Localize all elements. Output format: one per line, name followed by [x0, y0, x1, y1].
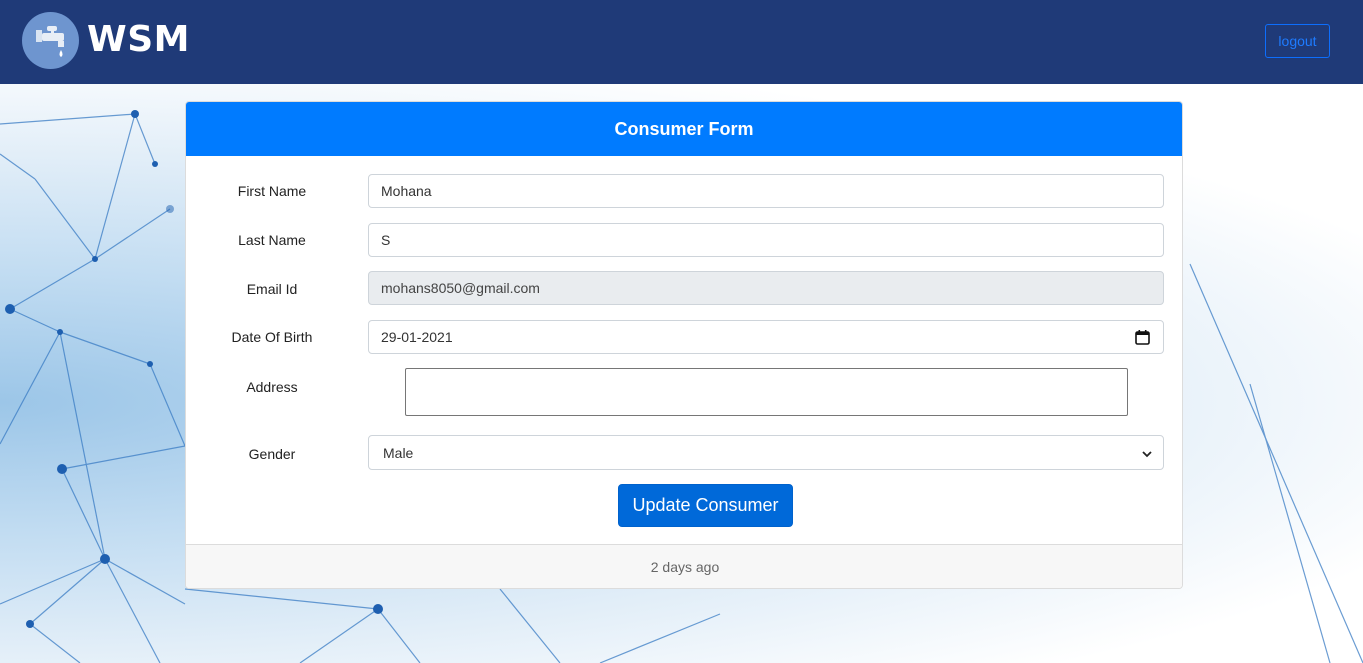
form-title: Consumer Form: [186, 102, 1182, 156]
calendar-icon[interactable]: [1135, 330, 1150, 348]
last-name-label: Last Name: [238, 232, 306, 248]
last-name-input[interactable]: S: [368, 223, 1164, 257]
chevron-down-icon: [1141, 447, 1153, 463]
water-tap-icon[interactable]: [22, 12, 79, 69]
address-label: Address: [246, 379, 298, 395]
gender-selected-value: Male: [383, 444, 414, 461]
first-name-label: First Name: [237, 183, 307, 199]
email-input: mohans8050@gmail.com: [368, 271, 1164, 305]
gender-select[interactable]: Male: [368, 435, 1164, 470]
logout-button[interactable]: logout: [1265, 24, 1330, 58]
navbar: WSM logout: [0, 0, 1363, 84]
first-name-input[interactable]: Mohana: [368, 174, 1164, 208]
dob-value: 29-01-2021: [381, 329, 453, 345]
address-textarea[interactable]: [405, 368, 1128, 416]
brand-title[interactable]: WSM: [87, 19, 190, 60]
dob-input[interactable]: 29-01-2021: [368, 320, 1164, 354]
dob-label: Date Of Birth: [231, 329, 313, 345]
email-label: Email Id: [246, 281, 298, 297]
gender-label: Gender: [248, 446, 296, 462]
consumer-form-card: Consumer Form First Name Mohana Last Nam…: [185, 101, 1183, 589]
update-consumer-button[interactable]: Update Consumer: [618, 484, 793, 527]
card-footer-timestamp: 2 days ago: [186, 544, 1182, 588]
